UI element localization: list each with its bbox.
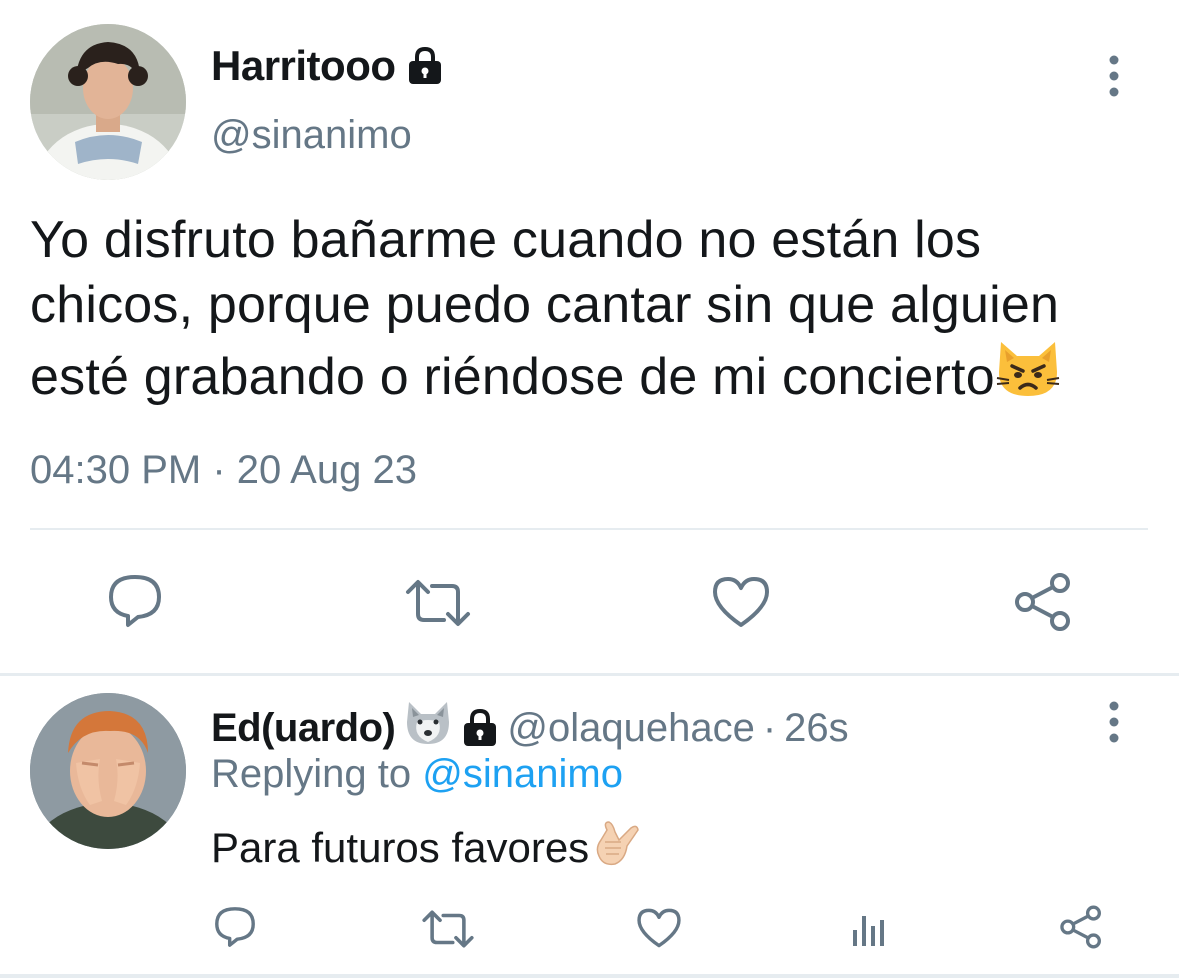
tweet-text-line: esté grabando o riéndose de mi concierto [30, 338, 1155, 416]
retweet-icon[interactable] [404, 578, 472, 628]
share-icon[interactable] [1012, 572, 1074, 632]
time-ago[interactable]: 26s [784, 706, 849, 751]
like-icon[interactable] [636, 906, 682, 950]
replying-to-line: Replying to @sinanimo [211, 752, 623, 797]
divider [0, 673, 1179, 676]
like-icon[interactable] [710, 574, 772, 630]
more-options-icon[interactable] [1104, 54, 1124, 98]
replying-to-handle[interactable]: @sinanimo [422, 752, 623, 796]
divider [0, 974, 1179, 978]
retweet-icon[interactable] [420, 908, 476, 950]
avatar[interactable] [30, 693, 186, 849]
analytics-icon[interactable] [850, 908, 890, 948]
reply-text-content: Para futuros favores [211, 824, 590, 871]
reply-icon[interactable] [104, 572, 166, 630]
divider [30, 528, 1148, 530]
more-options-icon[interactable] [1104, 700, 1124, 744]
main-tweet: Harritooo @sinanimo Yo disfruto bañarme … [0, 0, 1179, 675]
reply-icon[interactable] [212, 904, 258, 950]
lock-icon [461, 708, 499, 748]
reply-text: Para futuros favores [211, 818, 641, 878]
tweet-text-line: Yo disfruto bañarme cuando no están los [30, 211, 982, 269]
display-name[interactable]: Harritooo [211, 42, 396, 90]
display-name-row: Harritooo [211, 42, 444, 90]
avatar[interactable] [30, 24, 186, 180]
pouting-cat-emoji-icon [995, 338, 1061, 416]
share-icon[interactable] [1058, 904, 1104, 950]
timestamp[interactable]: 04:30 PM · 20 Aug 23 [30, 448, 417, 493]
tweet-text-line: chicos, porque puedo cantar sin que algu… [30, 276, 1060, 334]
lock-icon [406, 46, 444, 86]
tweet-text-line-content: esté grabando o riéndose de mi concierto [30, 348, 995, 406]
wolf-face-emoji-icon [403, 700, 453, 756]
separator: · [762, 705, 777, 750]
handle[interactable]: @sinanimo [211, 113, 412, 158]
replying-to-label: Replying to [211, 752, 412, 796]
reply-header: Ed(uardo) @olaquehace · 26s [211, 700, 849, 756]
call-me-hand-emoji-icon [593, 818, 641, 878]
display-name[interactable]: Ed(uardo) [211, 706, 396, 751]
handle[interactable]: @olaquehace [507, 706, 754, 751]
tweet-text: Yo disfruto bañarme cuando no están los … [30, 208, 1155, 416]
